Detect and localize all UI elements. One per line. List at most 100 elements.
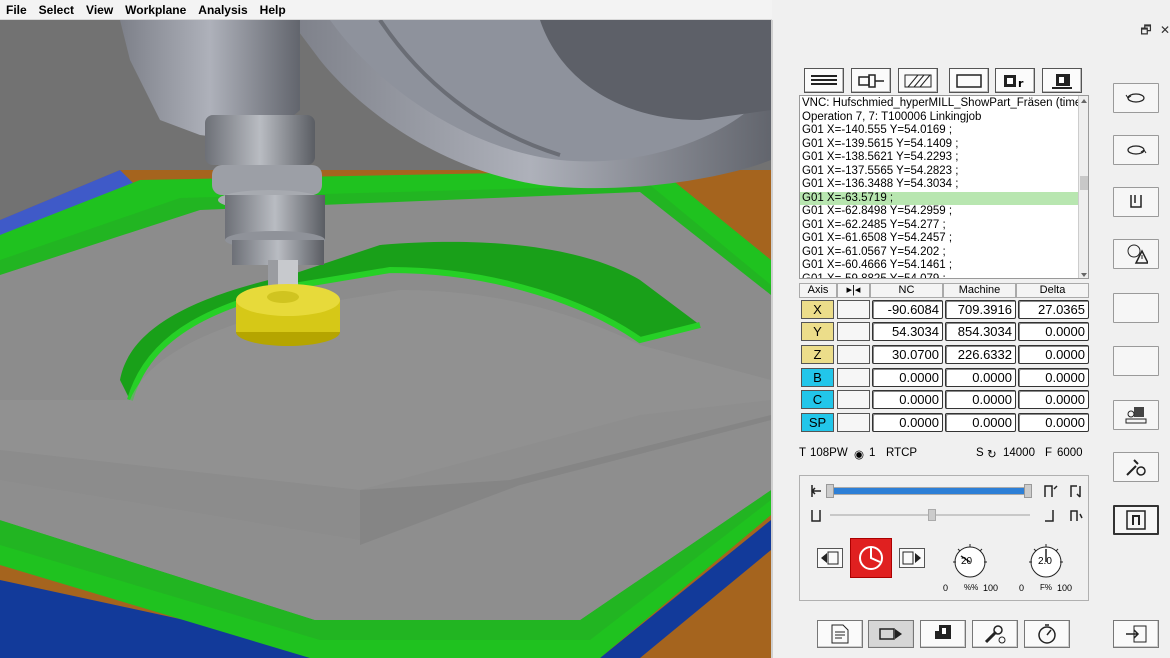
spindle-label: S (976, 447, 984, 459)
stop-sign-icon (859, 546, 883, 570)
stop-button[interactable] (850, 538, 892, 578)
nc-lines: VNC: Hufschmied_hyperMILL_ShowPart_Fräse… (800, 97, 1078, 279)
export-frame-button[interactable] (1113, 505, 1159, 535)
rotate-loop-alt-button[interactable] (1113, 135, 1159, 165)
step-out-icon[interactable] (1042, 508, 1056, 527)
nc-line[interactable]: Operation 7, 7: T100006 Linkingjob (800, 111, 1078, 125)
axis-toggle[interactable] (837, 412, 870, 432)
menu-help[interactable]: Help (254, 3, 292, 17)
arrows-header[interactable]: ▸|◂ (837, 283, 870, 298)
machine-head-bottom-button[interactable] (920, 620, 966, 648)
axis-nc-value: 0.0000 (872, 412, 943, 432)
menu-analysis[interactable]: Analysis (192, 3, 253, 17)
lines-view-button[interactable] (804, 68, 844, 93)
axis-name[interactable]: Z (801, 344, 834, 364)
nc-line[interactable]: G01 X=-61.6508 Y=54.2457 ; (800, 232, 1078, 246)
machine-head-button[interactable] (1042, 68, 1082, 93)
menu-select[interactable]: Select (33, 3, 80, 17)
loop-step-icon[interactable] (1068, 508, 1084, 527)
axis-name[interactable]: X (801, 299, 834, 319)
rotate-loop-icon (1125, 93, 1145, 103)
rewind-icon[interactable] (809, 483, 823, 502)
axis-toggle[interactable] (837, 299, 870, 319)
nc-line[interactable]: G01 X=-59.8825 Y=54.079 ; (800, 273, 1078, 279)
nc-line[interactable]: G01 X=-62.2485 Y=54.277 ; (800, 219, 1078, 233)
axis-delta-value: 0.0000 (1018, 367, 1089, 387)
stock-view-button[interactable] (898, 68, 938, 93)
progress-handle-start[interactable] (826, 484, 834, 498)
step-forward-icon[interactable] (1042, 483, 1058, 502)
feed-dial[interactable]: 2.0 0 F% 100 (1016, 538, 1076, 598)
speed-dial-unit: %% (964, 583, 979, 592)
nc-line[interactable]: G01 X=-60.4666 Y=54.1461 ; (800, 259, 1078, 273)
part-view-button[interactable] (949, 68, 989, 93)
3d-viewport[interactable] (0, 20, 771, 658)
axis-name[interactable]: B (801, 367, 834, 387)
axis-nc-value: 30.0700 (872, 344, 943, 364)
simulation-panel: 🗗 ✕ r VNC: Hufschmied_hyperMILL_ShowPart… (771, 20, 1170, 658)
empty-side-button-2[interactable] (1113, 346, 1159, 376)
axis-delta-value: 0.0000 (1018, 412, 1089, 432)
rotate-loop-button[interactable] (1113, 83, 1159, 113)
menu-file[interactable]: File (0, 3, 33, 17)
axis-name[interactable]: C (801, 390, 834, 410)
progress-track[interactable] (830, 487, 1030, 495)
progress-handle-end[interactable] (1024, 484, 1032, 498)
wrench-settings-button[interactable] (972, 620, 1018, 648)
axis-toggle[interactable] (837, 367, 870, 387)
nc-header: NC (870, 283, 943, 298)
play-step-icon (902, 551, 921, 565)
status-line: T 108PW ◉ 1 RTCP S ↻ 14000 F 6000 (799, 447, 1089, 463)
machine-r-button[interactable]: r (995, 68, 1035, 93)
spindle-view-button[interactable] (851, 68, 891, 93)
nc-file-button[interactable] (817, 620, 863, 648)
empty-side-button-1[interactable] (1113, 293, 1159, 323)
speed-dial[interactable]: 20 0 %% 100 (940, 538, 1000, 598)
nc-line[interactable]: G01 X=-139.5615 Y=54.1409 ; (800, 138, 1078, 152)
svg-text:r: r (1018, 77, 1024, 89)
axis-toggle[interactable] (837, 390, 870, 410)
tool-settings-button[interactable] (1113, 452, 1159, 482)
axis-toggle[interactable] (837, 322, 870, 342)
nc-line[interactable]: G01 X=-136.3488 Y=54.3034 ; (800, 178, 1078, 192)
nc-line[interactable]: G01 X=-140.555 Y=54.0169 ; (800, 124, 1078, 138)
axis-name[interactable]: SP (801, 412, 834, 432)
axis-machine-value: 854.3034 (945, 322, 1016, 342)
end-icon[interactable] (1068, 483, 1084, 502)
step-in-small-icon[interactable] (809, 508, 823, 527)
machine-head-icon (935, 625, 951, 639)
axis-nc-value: 0.0000 (872, 367, 943, 387)
nc-line[interactable]: G01 X=-62.8498 Y=54.2959 ; (800, 205, 1078, 219)
forward-button[interactable] (868, 620, 914, 648)
axis-header: Axis (799, 283, 837, 298)
speed-handle[interactable] (928, 509, 936, 521)
spindle-tool-icon (858, 73, 884, 88)
step-back-button[interactable] (817, 548, 843, 568)
nc-program-list[interactable]: VNC: Hufschmied_hyperMILL_ShowPart_Fräse… (799, 95, 1089, 279)
axis-row-c: C 0.0000 0.0000 0.0000 (799, 388, 1089, 411)
machine-header: Machine (943, 283, 1016, 298)
nc-scrollbar[interactable] (1078, 96, 1088, 278)
axis-name[interactable]: Y (801, 322, 834, 342)
step-in-button[interactable] (1113, 187, 1159, 217)
nc-line[interactable]: G01 X=-138.5621 Y=54.2293 ; (800, 151, 1078, 165)
nc-line[interactable]: G01 X=-61.0567 Y=54.202 ; (800, 246, 1078, 260)
menu-workplane[interactable]: Workplane (119, 3, 192, 17)
axis-nc-value: 54.3034 (872, 322, 943, 342)
nc-line[interactable]: VNC: Hufschmied_hyperMILL_ShowPart_Fräse… (800, 97, 1078, 111)
feed-label: F (1045, 447, 1053, 459)
rtcp-label: RTCP (886, 447, 918, 459)
machine-setup-button[interactable] (1113, 400, 1159, 430)
menu-view[interactable]: View (80, 3, 119, 17)
exit-panel-icon (1126, 625, 1147, 643)
step-forward-button[interactable] (899, 548, 925, 568)
speed-dial-min: 0 (943, 583, 949, 593)
axis-toggle[interactable] (837, 344, 870, 364)
exit-panel-button[interactable] (1113, 620, 1159, 648)
stopwatch-button[interactable] (1024, 620, 1070, 648)
close-button[interactable]: ✕ (1156, 22, 1170, 38)
nc-line[interactable]: G01 X=-137.5565 Y=54.2823 ; (800, 165, 1078, 179)
nc-line-current[interactable]: G01 X=-63.5719 ; (800, 191, 1078, 205)
collision-check-button[interactable] (1113, 239, 1159, 269)
restore-button[interactable]: 🗗 (1137, 22, 1155, 38)
